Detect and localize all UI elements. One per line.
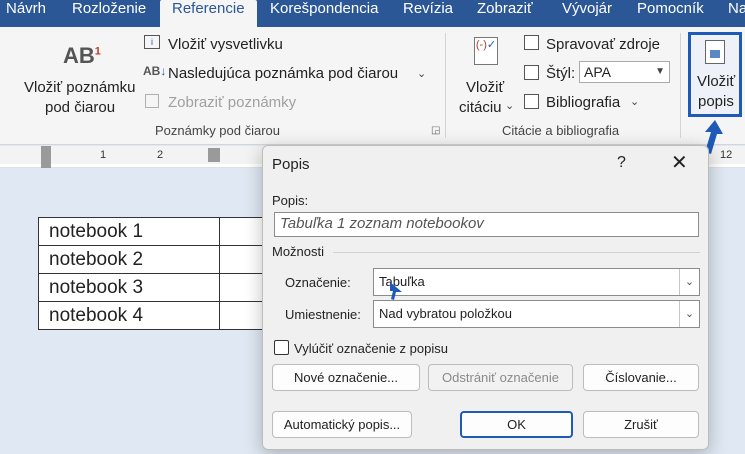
table-row: notebook 1 (38, 217, 280, 246)
citation-icon: (-)✓ (474, 37, 498, 65)
insert-caption-label-1: Vložiť (697, 73, 736, 90)
exclude-label-text: Vylúčiť označenie z popisu (294, 341, 448, 356)
options-label: Možnosti (272, 244, 325, 259)
close-icon[interactable]: ✕ (671, 150, 688, 175)
ruler-number: 2 (157, 149, 164, 161)
insert-footnote-label-2: pod čiarou (45, 99, 116, 116)
mouse-cursor-icon (390, 282, 402, 300)
endnote-icon: i (144, 35, 160, 49)
show-notes-icon (145, 94, 159, 108)
caption-dialog: Popis ? ✕ Popis: Tabuľka 1 zoznam notebo… (262, 145, 709, 450)
table-cell[interactable]: notebook 3 (38, 273, 220, 302)
style-select[interactable]: APA ▼ (579, 61, 670, 83)
tab-overflow[interactable]: Na (728, 0, 745, 27)
ribbon: AB1 Vložiť poznámku pod čiarou i Vložiť … (0, 27, 745, 145)
insert-footnote-label-1: Vložiť poznámku (24, 79, 136, 96)
tab-vyvojar[interactable]: Vývojár (562, 0, 612, 27)
ok-button[interactable]: OK (460, 411, 573, 438)
indent-marker[interactable] (41, 146, 51, 168)
next-footnote-label: Nasledujúca poznámka pod čiarou (168, 65, 399, 82)
cancel-button[interactable]: Zrušiť (583, 411, 699, 438)
document-table: notebook 1 notebook 2 notebook 3 noteboo… (38, 217, 280, 330)
tab-pomocnik[interactable]: Pomocník (637, 0, 704, 27)
ruler-number: 1 (100, 149, 107, 161)
label-select[interactable]: Tabuľka ⌄ (373, 268, 700, 296)
table-row: notebook 2 (38, 245, 280, 274)
position-value: Nad vybratou položkou (379, 306, 512, 321)
tab-korespondencia[interactable]: Korešpondencia (270, 0, 378, 27)
dropdown-arrow-icon: ▼ (655, 66, 665, 77)
tab-referencie[interactable]: Referencie (160, 0, 257, 28)
chevron-down-icon: ⌄ (505, 100, 515, 112)
chevron-down-icon[interactable]: ⌄ (417, 67, 426, 80)
label-label: Označenie: (285, 275, 351, 290)
footnotes-group-label: Poznámky pod čiarou (155, 123, 281, 138)
style-value: APA (584, 64, 611, 80)
bibliography-label: Bibliografia (546, 94, 621, 111)
manage-sources-label: Spravovať zdroje (546, 36, 661, 53)
style-label: Štýl: (546, 65, 576, 82)
position-label: Umiestnenie: (285, 307, 361, 322)
table-row: notebook 3 (38, 273, 280, 302)
column-marker[interactable] (208, 148, 220, 162)
table-cell[interactable]: notebook 1 (38, 217, 220, 246)
tab-rozlozenie[interactable]: Rozloženie (72, 0, 146, 27)
insert-citation-label-2: citáciu (459, 99, 502, 116)
table-row: notebook 4 (38, 301, 280, 330)
tab-navrh[interactable]: Návrh (6, 0, 46, 27)
style-icon (524, 65, 539, 80)
ribbon-tab-bar: Návrh Rozloženie Referencie Korešpondenc… (0, 0, 745, 28)
next-footnote-icon: AB↓ (143, 64, 167, 78)
insert-caption-label-2: popis (698, 93, 734, 110)
delete-label-button: Odstrániť označenie (428, 364, 573, 391)
manage-sources-icon (524, 35, 539, 50)
dialog-launcher-icon[interactable]: ◲ (431, 125, 440, 136)
show-notes-label: Zobraziť poznámky (168, 94, 297, 111)
help-icon[interactable]: ? (617, 154, 626, 172)
numbering-button[interactable]: Číslovanie... (583, 364, 699, 391)
autocaption-button[interactable]: Automatický popis... (272, 411, 412, 438)
insert-endnote-label: Vložiť vysvetlivku (168, 36, 283, 53)
caption-icon (705, 40, 725, 64)
exclude-label-checkbox[interactable] (274, 340, 289, 355)
dialog-title: Popis (272, 156, 310, 173)
insert-caption-button[interactable]: Vložiť popis (688, 32, 742, 117)
position-select[interactable]: Nad vybratou položkou ⌄ (373, 300, 700, 328)
caption-input[interactable]: Tabuľka 1 zoznam notebookov (274, 212, 699, 237)
citations-group-label: Citácie a bibliografia (502, 123, 620, 138)
caption-label: Popis: (272, 193, 309, 208)
table-cell[interactable]: notebook 4 (38, 301, 220, 330)
divider (333, 252, 700, 253)
footnote-icon: AB1 (63, 43, 101, 68)
tab-zobrazit[interactable]: Zobraziť (477, 0, 533, 27)
table-cell[interactable]: notebook 2 (38, 245, 220, 274)
chevron-down-icon: ⌄ (630, 96, 640, 108)
group-divider (445, 33, 446, 138)
tab-revizia[interactable]: Revízia (403, 0, 453, 27)
chevron-down-icon: ⌄ (679, 269, 699, 295)
chevron-down-icon: ⌄ (679, 301, 699, 327)
new-label-button[interactable]: Nové označenie... (272, 364, 420, 391)
bibliography-icon (524, 94, 539, 109)
insert-citation-label-1: Vložiť (466, 79, 505, 96)
group-divider (680, 33, 681, 138)
